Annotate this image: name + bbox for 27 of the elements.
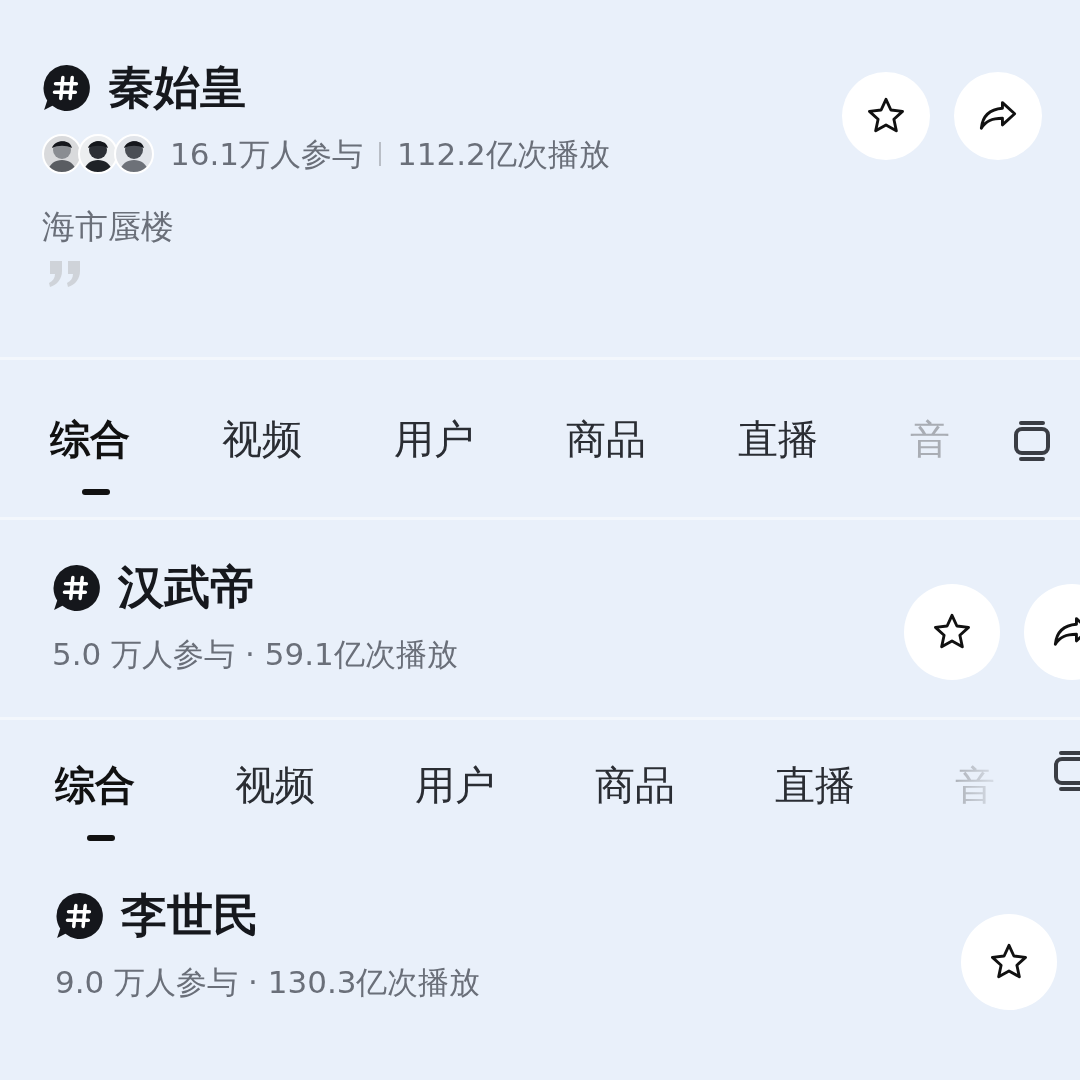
tab-indicator bbox=[87, 835, 115, 841]
tab-indicator bbox=[82, 488, 110, 495]
topic-title: 李世民 bbox=[121, 888, 259, 944]
stat-text: 16.1万人参与 bbox=[170, 135, 364, 175]
tab[interactable]: 视频 bbox=[222, 418, 394, 459]
tab[interactable]: 直播 bbox=[775, 765, 955, 805]
stat-text: 5.0 万人参与 · 59.1亿次播放 bbox=[52, 635, 458, 675]
tab[interactable]: 商品 bbox=[566, 418, 738, 459]
tab[interactable]: 商品 bbox=[595, 765, 775, 805]
tab[interactable]: 综合 bbox=[55, 765, 235, 805]
topic-description: 海市蜃楼 bbox=[42, 205, 175, 248]
hashtag-icon bbox=[55, 890, 105, 941]
tab[interactable]: 直播 bbox=[738, 418, 910, 459]
menu-button[interactable] bbox=[1052, 750, 1080, 792]
list-icon bbox=[1052, 750, 1080, 792]
hashtag-icon bbox=[42, 62, 92, 113]
menu-button[interactable] bbox=[1012, 420, 1052, 462]
stat-text: 112.2亿次播放 bbox=[397, 135, 610, 175]
tab[interactable]: 综合 bbox=[50, 418, 222, 459]
topic-title: 秦始皇 bbox=[108, 60, 246, 116]
tab[interactable]: 用户 bbox=[394, 418, 566, 459]
list-icon bbox=[1012, 420, 1052, 462]
stat-text: 9.0 万人参与 · 130.3亿次播放 bbox=[55, 963, 481, 1003]
hashtag-icon bbox=[52, 562, 102, 613]
tab[interactable]: 用户 bbox=[415, 765, 595, 805]
tab[interactable]: 视频 bbox=[235, 765, 415, 805]
topic-title: 汉武帝 bbox=[118, 560, 256, 616]
